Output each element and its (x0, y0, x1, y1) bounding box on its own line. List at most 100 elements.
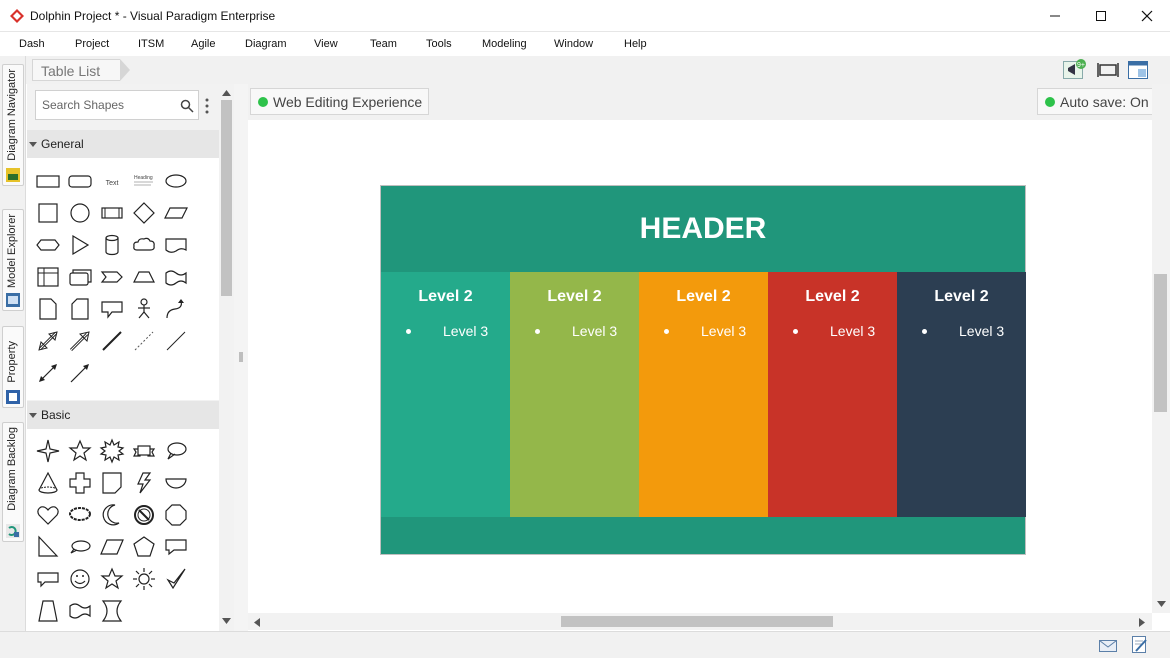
cylinder-shape[interactable] (99, 232, 125, 258)
heart-shape[interactable] (35, 502, 61, 528)
notification-button[interactable]: 9+ (1063, 59, 1086, 81)
maximize-button[interactable] (1078, 0, 1124, 32)
fit-diagram-button[interactable] (1097, 59, 1119, 81)
triangle-shape[interactable] (67, 232, 93, 258)
ellipse-shape[interactable] (163, 168, 189, 194)
curved-arrow-shape[interactable] (163, 296, 189, 322)
rounded-rectangle-shape[interactable] (67, 168, 93, 194)
table-shape[interactable] (35, 264, 61, 290)
menu-modeling[interactable]: Modeling (482, 38, 527, 50)
tab-diagram-backlog[interactable]: Diagram Backlog (2, 422, 24, 542)
more-options-icon[interactable] (204, 98, 210, 114)
category-basic[interactable]: Basic (27, 401, 219, 429)
column-5[interactable]: Level 2 Level 3 (897, 272, 1026, 517)
layout-button[interactable] (1127, 59, 1149, 81)
horizontal-scroll-thumb[interactable] (561, 616, 833, 627)
octagon-shape[interactable] (163, 502, 189, 528)
thought-bubble-shape[interactable] (67, 502, 93, 528)
column-2[interactable]: Level 2 Level 3 (510, 272, 639, 517)
heading-shape[interactable]: Heading (131, 168, 157, 194)
cone-shape[interactable] (35, 470, 61, 496)
chevron-shape[interactable] (99, 264, 125, 290)
checkmark-shape[interactable] (163, 566, 189, 592)
folded-corner-shape[interactable] (99, 470, 125, 496)
callout-shape[interactable] (99, 296, 125, 322)
four-point-star-shape[interactable] (35, 438, 61, 464)
speech-bubble-shape[interactable] (163, 438, 189, 464)
card-shape[interactable] (67, 296, 93, 322)
half-circle-shape[interactable] (163, 470, 189, 496)
smiley-shape[interactable] (67, 566, 93, 592)
trapezoid-shape[interactable] (131, 264, 157, 290)
web-editing-badge[interactable]: Web Editing Experience (250, 88, 430, 115)
scroll-down-icon[interactable] (1157, 601, 1166, 607)
star-shape[interactable] (99, 566, 125, 592)
trapezoid-tall-shape[interactable] (35, 598, 61, 624)
edit-document-icon[interactable] (1132, 636, 1148, 654)
process-shape[interactable] (99, 200, 125, 226)
sun-shape[interactable] (131, 566, 157, 592)
canvas-horizontal-scrollbar[interactable] (248, 613, 1152, 630)
bidirectional-arrow-shape[interactable] (35, 360, 61, 386)
panel-splitter[interactable] (234, 84, 248, 632)
search-icon[interactable] (180, 99, 194, 113)
tab-model-explorer[interactable]: Model Explorer (2, 209, 24, 311)
menu-itsm[interactable]: ITSM (138, 38, 164, 50)
block-arrow-shape[interactable] (67, 328, 93, 354)
parallelogram-shape[interactable] (163, 200, 189, 226)
minimize-button[interactable] (1032, 0, 1078, 32)
menu-project[interactable]: Project (75, 38, 109, 50)
column-3[interactable]: Level 2 Level 3 (639, 272, 768, 517)
square-shape[interactable] (35, 200, 61, 226)
tab-property[interactable]: Property (2, 326, 24, 408)
lightning-shape[interactable] (131, 470, 157, 496)
auto-save-badge[interactable]: Auto save: On (1037, 88, 1156, 115)
diagram-header[interactable]: HEADER (381, 186, 1025, 272)
scroll-left-icon[interactable] (254, 618, 260, 627)
rectangle-callout-shape[interactable] (163, 534, 189, 560)
card-stack-shape[interactable] (67, 264, 93, 290)
note-shape[interactable] (35, 296, 61, 322)
menu-diagram[interactable]: Diagram (245, 38, 287, 50)
right-triangle-shape[interactable] (35, 534, 61, 560)
diagram-table[interactable]: HEADER Level 2 Level 3 Level 2 Level 3 L… (380, 185, 1026, 555)
actor-shape[interactable] (131, 296, 157, 322)
oval-callout-shape[interactable] (67, 534, 93, 560)
document-shape[interactable] (163, 232, 189, 258)
circle-shape[interactable] (67, 200, 93, 226)
ribbon-shape[interactable] (131, 438, 157, 464)
close-button[interactable] (1124, 0, 1170, 32)
diamond-shape[interactable] (131, 200, 157, 226)
menu-tools[interactable]: Tools (426, 38, 452, 50)
burst-shape[interactable] (99, 438, 125, 464)
search-shapes-input[interactable] (42, 98, 172, 112)
column-4[interactable]: Level 2 Level 3 (768, 272, 897, 517)
double-arrow-shape[interactable] (35, 328, 61, 354)
menu-team[interactable]: Team (370, 38, 397, 50)
scroll-up-icon[interactable] (222, 90, 231, 96)
thick-line-shape[interactable] (99, 328, 125, 354)
palette-scroll-thumb[interactable] (221, 100, 232, 296)
five-point-star-shape[interactable] (67, 438, 93, 464)
text-shape[interactable]: Text (99, 168, 125, 194)
hexagon-shape[interactable] (35, 232, 61, 258)
moon-shape[interactable] (99, 502, 125, 528)
menu-window[interactable]: Window (554, 38, 593, 50)
menu-help[interactable]: Help (624, 38, 647, 50)
breadcrumb[interactable]: Table List (32, 59, 131, 81)
menu-view[interactable]: View (314, 38, 338, 50)
scroll-right-icon[interactable] (1139, 618, 1145, 627)
vertical-scroll-thumb[interactable] (1154, 274, 1167, 412)
no-symbol-shape[interactable] (131, 502, 157, 528)
slanted-rectangle-shape[interactable] (99, 534, 125, 560)
cloud-shape[interactable] (131, 232, 157, 258)
mail-icon[interactable] (1099, 640, 1117, 652)
diagram-footer[interactable] (381, 517, 1025, 554)
scroll-down-icon[interactable] (222, 618, 231, 624)
arrow-line-shape[interactable] (67, 360, 93, 386)
wide-callout-shape[interactable] (35, 566, 61, 592)
menu-dash[interactable]: Dash (19, 38, 45, 50)
cross-shape[interactable] (67, 470, 93, 496)
line-shape[interactable] (163, 328, 189, 354)
palette-scrollbar[interactable] (219, 84, 234, 632)
